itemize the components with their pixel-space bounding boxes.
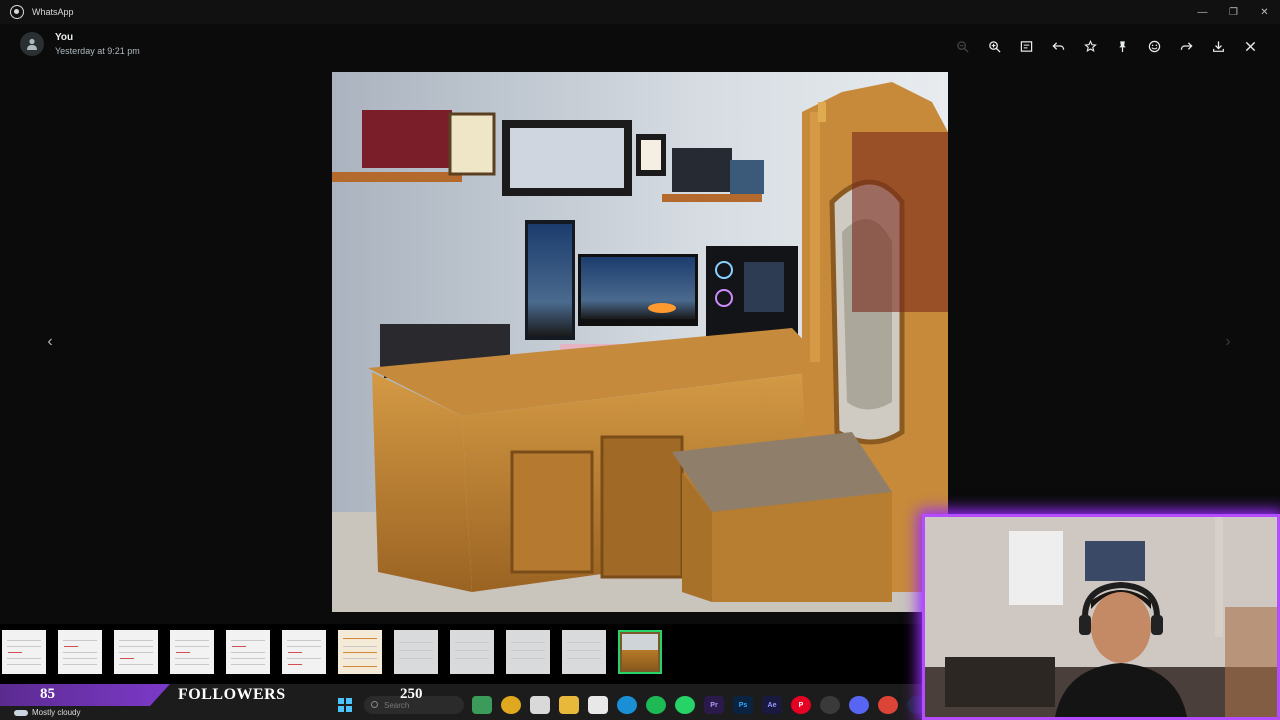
chrome-app-icon[interactable] (878, 696, 898, 714)
thumbnail-document[interactable] (562, 630, 606, 674)
star-icon (1083, 39, 1097, 52)
zoom-out-icon (956, 40, 969, 53)
spotify-app-icon[interactable] (646, 696, 666, 714)
follower-count: 85 (40, 686, 55, 702)
obs-app-icon[interactable] (820, 696, 840, 714)
pin-icon (1118, 40, 1126, 52)
streamer-webcam-feed (925, 517, 1277, 717)
message-icon (1020, 40, 1032, 52)
window-title: WhatsApp (32, 7, 74, 17)
thumbnail-photo-active[interactable] (618, 630, 662, 674)
sender-info: You Yesterday at 9:21 pm (20, 32, 140, 56)
close-icon (1245, 41, 1255, 51)
whatsapp-logo-icon (10, 5, 24, 19)
discord-app-icon[interactable] (849, 696, 869, 714)
cloud-icon (14, 709, 28, 716)
emoji-icon (1148, 40, 1160, 52)
zoom-out-button[interactable] (946, 34, 978, 58)
thumbnail-document[interactable] (226, 630, 270, 674)
store-app-icon[interactable] (588, 696, 608, 714)
download-icon (1212, 40, 1224, 52)
sender-timestamp: Yesterday at 9:21 pm (55, 46, 140, 56)
file-explorer-app-icon[interactable] (559, 696, 579, 714)
main-media-image[interactable] (332, 72, 948, 612)
thumbnail-strip (0, 630, 920, 676)
minimize-button[interactable]: — (1187, 0, 1218, 24)
pinterest-app-icon[interactable]: P (791, 696, 811, 714)
next-media-button[interactable]: › (1218, 328, 1238, 356)
desk-setup-photo (332, 72, 948, 612)
chrome-canary-app-icon[interactable] (501, 696, 521, 714)
sender-name: You (55, 32, 74, 43)
start-button[interactable] (338, 698, 352, 712)
thumbnail-document[interactable] (338, 630, 382, 674)
edge-app-icon[interactable] (617, 696, 637, 714)
viewer-toolbar (946, 34, 1266, 58)
thumbnail-document[interactable] (170, 630, 214, 674)
weather-widget[interactable]: Mostly cloudy (14, 708, 80, 717)
reply-icon (1051, 41, 1064, 50)
weather-text: Mostly cloudy (32, 708, 81, 717)
pin-button[interactable] (1106, 34, 1138, 58)
thumbnail-document[interactable] (506, 630, 550, 674)
premiere-app-icon[interactable]: Pr (704, 696, 724, 714)
go-to-message-button[interactable] (1010, 34, 1042, 58)
reply-button[interactable] (1042, 34, 1074, 58)
windows-logo-icon (338, 698, 344, 704)
after-effects-app-icon[interactable]: Ae (762, 696, 782, 714)
window-controls: — ❐ ✕ (1187, 0, 1280, 24)
follower-label: FOLLOWERS (178, 686, 286, 703)
thumbnail-document[interactable] (58, 630, 102, 674)
thumbnail-document[interactable] (282, 630, 326, 674)
thumbnail-document[interactable] (450, 630, 494, 674)
zoom-in-icon (988, 40, 1001, 53)
download-button[interactable] (1202, 34, 1234, 58)
person-icon (27, 38, 37, 50)
photoshop-app-icon[interactable]: Ps (733, 696, 753, 714)
zoom-in-button[interactable] (978, 34, 1010, 58)
search-icon (371, 701, 378, 708)
close-viewer-button[interactable] (1234, 34, 1266, 58)
avatar[interactable] (20, 32, 44, 56)
previous-media-button[interactable]: ‹ (40, 328, 60, 356)
follower-goal: 250 (400, 686, 423, 702)
thumbnail-document[interactable] (114, 630, 158, 674)
file-app-icon[interactable] (530, 696, 550, 714)
thumbnail-document[interactable] (2, 630, 46, 674)
thumbnail-document[interactable] (394, 630, 438, 674)
forward-button[interactable] (1170, 34, 1202, 58)
whatsapp-app-icon[interactable] (675, 696, 695, 714)
thumbnail-preview (622, 634, 658, 670)
window-titlebar: WhatsApp — ❐ ✕ (0, 0, 1280, 24)
webcam-overlay (922, 514, 1280, 720)
photos-app-icon[interactable] (472, 696, 492, 714)
window-close-button[interactable]: ✕ (1249, 0, 1280, 24)
star-button[interactable] (1074, 34, 1106, 58)
forward-icon (1180, 41, 1193, 50)
restore-button[interactable]: ❐ (1218, 0, 1249, 24)
react-button[interactable] (1138, 34, 1170, 58)
taskbar-apps: Pr Ps Ae P (472, 696, 927, 714)
